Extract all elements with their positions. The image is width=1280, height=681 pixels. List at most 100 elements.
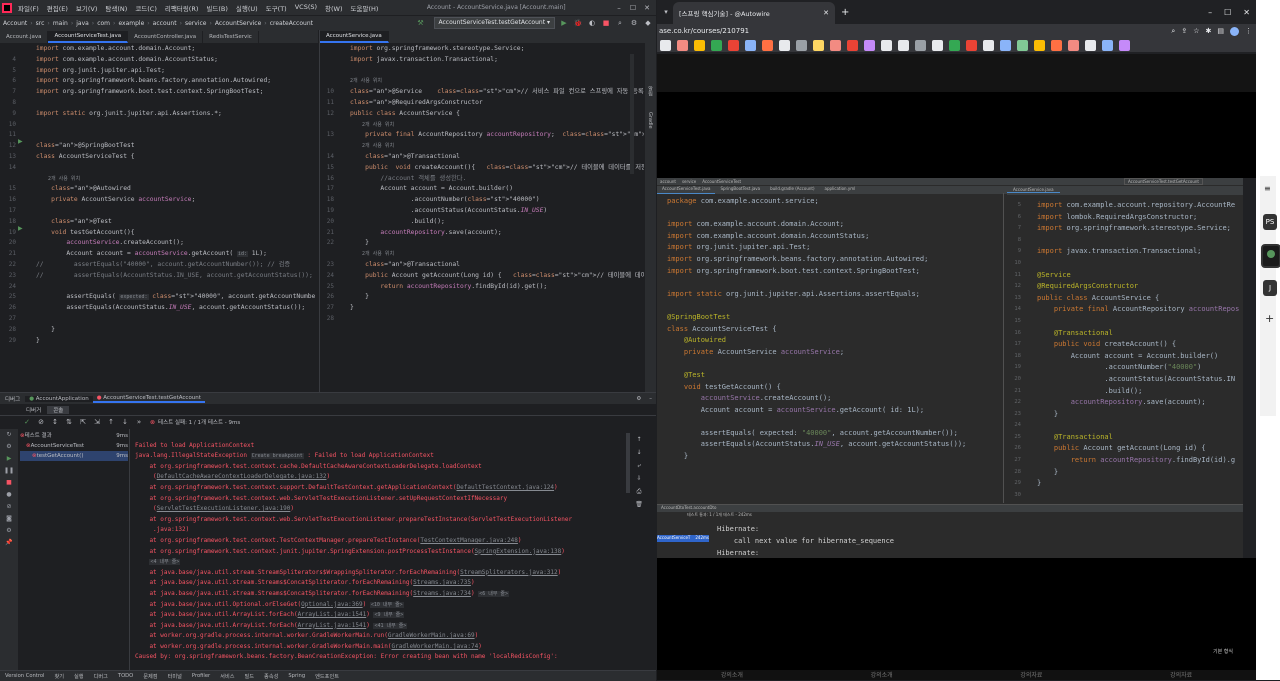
sidebar-icon[interactable]: ▤: [1217, 27, 1224, 35]
status-item[interactable]: 종속성: [259, 673, 283, 680]
url-field[interactable]: ase.co.kr/courses/210791: [657, 27, 1171, 35]
minimize-icon[interactable]: –: [1208, 8, 1212, 17]
tab-close-icon[interactable]: ✕: [823, 9, 829, 17]
bookmark-icon[interactable]: [1068, 39, 1079, 51]
add-icon[interactable]: +: [1265, 312, 1274, 325]
ide-logo-icon[interactable]: ◆: [643, 18, 653, 28]
tab-account-application[interactable]: ● AccountApplication: [25, 395, 93, 402]
breadcrumb-item[interactable]: service: [182, 20, 210, 27]
footer-link[interactable]: 강의자료: [957, 670, 1107, 680]
test-tree-row[interactable]: ⊗ AccountServiceTest 9ms: [20, 441, 128, 451]
bookmark-icon[interactable]: [949, 39, 960, 51]
search-icon[interactable]: ⌕: [615, 18, 625, 28]
status-item[interactable]: 엔드포인트: [310, 673, 344, 680]
status-item[interactable]: 터미널: [163, 673, 187, 680]
menu-item[interactable]: 편집(E): [43, 3, 72, 13]
coverage-icon[interactable]: ◐: [587, 18, 597, 28]
menu-item[interactable]: 도구(T): [262, 3, 291, 13]
bookmark-icon[interactable]: [1017, 39, 1028, 51]
share-icon[interactable]: ⇪: [1181, 27, 1187, 35]
bookmark-icon[interactable]: [745, 39, 756, 51]
sort-icon[interactable]: ↕: [50, 417, 60, 427]
tab-console[interactable]: 콘솔: [47, 405, 70, 414]
browser-tab[interactable]: [스프링 핵심기술] - @Autowire ✕: [673, 2, 835, 24]
editor-tab[interactable]: AccountController.java: [128, 31, 204, 43]
bookmark-icon[interactable]: [830, 39, 841, 51]
debug-icon[interactable]: 🐞: [573, 18, 583, 28]
editor-tab[interactable]: AccountService.java: [320, 31, 389, 43]
minimize-icon[interactable]: –: [614, 3, 624, 13]
breadcrumb-item[interactable]: com: [94, 20, 113, 27]
extension-icon[interactable]: ✱: [1206, 27, 1212, 35]
rerun-icon[interactable]: ↻: [0, 429, 18, 441]
stop-icon[interactable]: ■: [0, 477, 18, 489]
restore-icon[interactable]: ☐: [1224, 8, 1231, 17]
run-test-icon[interactable]: ▶: [18, 225, 23, 232]
menu-item[interactable]: 파일(F): [14, 3, 43, 13]
lecture-video[interactable]: account service AccountServiceTest Account…: [657, 178, 1243, 558]
bookmark-icon[interactable]: [1085, 39, 1096, 51]
bookmark-icon[interactable]: [864, 39, 875, 51]
editor-scrollbar[interactable]: [630, 54, 634, 174]
down-icon[interactable]: ↓: [120, 417, 130, 427]
editor-tab[interactable]: Account.java: [0, 31, 49, 43]
app-icon[interactable]: [1261, 244, 1280, 268]
left-code[interactable]: import com.example.account.domain.Accoun…: [36, 44, 316, 346]
bookmark-icon[interactable]: [711, 39, 722, 51]
up-arrow-icon[interactable]: ↑: [632, 433, 646, 446]
settings-icon[interactable]: ⚙: [629, 18, 639, 28]
bookmark-icon[interactable]: [915, 39, 926, 51]
bookmark-icon[interactable]: [728, 39, 739, 51]
menu-item[interactable]: 실행(U): [232, 3, 262, 13]
breadcrumb-item[interactable]: example: [115, 20, 147, 27]
menu-item[interactable]: 리팩터링(R): [161, 3, 203, 13]
pin-icon[interactable]: 📌: [0, 537, 18, 549]
gear-icon[interactable]: ⚙: [0, 525, 18, 537]
wrap-icon[interactable]: ⤶: [632, 459, 646, 472]
hide-icon[interactable]: –: [645, 396, 656, 402]
menu-item[interactable]: 탐색(N): [101, 3, 131, 13]
j-badge[interactable]: J: [1263, 280, 1277, 296]
bookmark-icon[interactable]: [762, 39, 773, 51]
right-code[interactable]: import org.springframework.stereotype.Se…: [350, 44, 644, 325]
run-config-selector[interactable]: AccountServiceTest.testGetAccount ▾: [433, 17, 555, 29]
breadcrumb-item[interactable]: src: [33, 20, 48, 27]
bookmark-icon[interactable]: [881, 39, 892, 51]
status-item[interactable]: 디버그: [89, 673, 113, 680]
menu-icon[interactable]: ⋮: [1245, 27, 1252, 35]
footer-link[interactable]: 강의소개: [657, 670, 807, 680]
menu-item[interactable]: 창(W): [321, 3, 346, 13]
bookmark-icon[interactable]: [660, 39, 671, 51]
status-item[interactable]: Spring: [283, 673, 310, 679]
breadcrumb-item[interactable]: createAccount: [267, 20, 316, 27]
bookmark-icon[interactable]: [796, 39, 807, 51]
test-tree-row[interactable]: ⊗ 테스트 결과 9ms: [20, 431, 128, 441]
status-item[interactable]: 문제점: [138, 673, 162, 680]
tab-debugger[interactable]: 디버거: [20, 406, 47, 414]
status-item[interactable]: 빌드: [240, 673, 260, 680]
notifications-label[interactable]: 알림: [647, 86, 654, 96]
status-item[interactable]: 실행: [69, 673, 89, 680]
bookmark-icon[interactable]: [898, 39, 909, 51]
sort-alpha-icon[interactable]: ⇅: [64, 417, 74, 427]
check-icon[interactable]: ✓: [22, 417, 32, 427]
menu-icon[interactable]: ≡: [1264, 184, 1271, 193]
bookmark-icon[interactable]: [779, 39, 790, 51]
bookmark-icon[interactable]: [1051, 39, 1062, 51]
new-tab-icon[interactable]: +: [841, 7, 849, 18]
console-scrollbar[interactable]: [626, 433, 630, 493]
footer-link[interactable]: 강의자료: [1106, 670, 1256, 680]
wrench-icon[interactable]: ⚙: [0, 441, 18, 453]
bookmark-icon[interactable]: [677, 39, 688, 51]
breadcrumb-item[interactable]: AccountService: [212, 20, 264, 27]
star-icon[interactable]: ☆: [1193, 27, 1199, 35]
bookmark-icon[interactable]: [1119, 39, 1130, 51]
down-arrow-icon[interactable]: ↓: [632, 446, 646, 459]
stop-icon[interactable]: ■: [601, 18, 611, 28]
profile-avatar[interactable]: [1230, 26, 1239, 36]
bookmark-icon[interactable]: [1000, 39, 1011, 51]
tab-test-run[interactable]: ● AccountServiceTest.testGetAccount: [92, 395, 205, 403]
bookmark-icon[interactable]: [1102, 39, 1113, 51]
menu-item[interactable]: 빌드(B): [202, 3, 232, 13]
editor-tab[interactable]: RedisTestServic: [203, 31, 259, 43]
